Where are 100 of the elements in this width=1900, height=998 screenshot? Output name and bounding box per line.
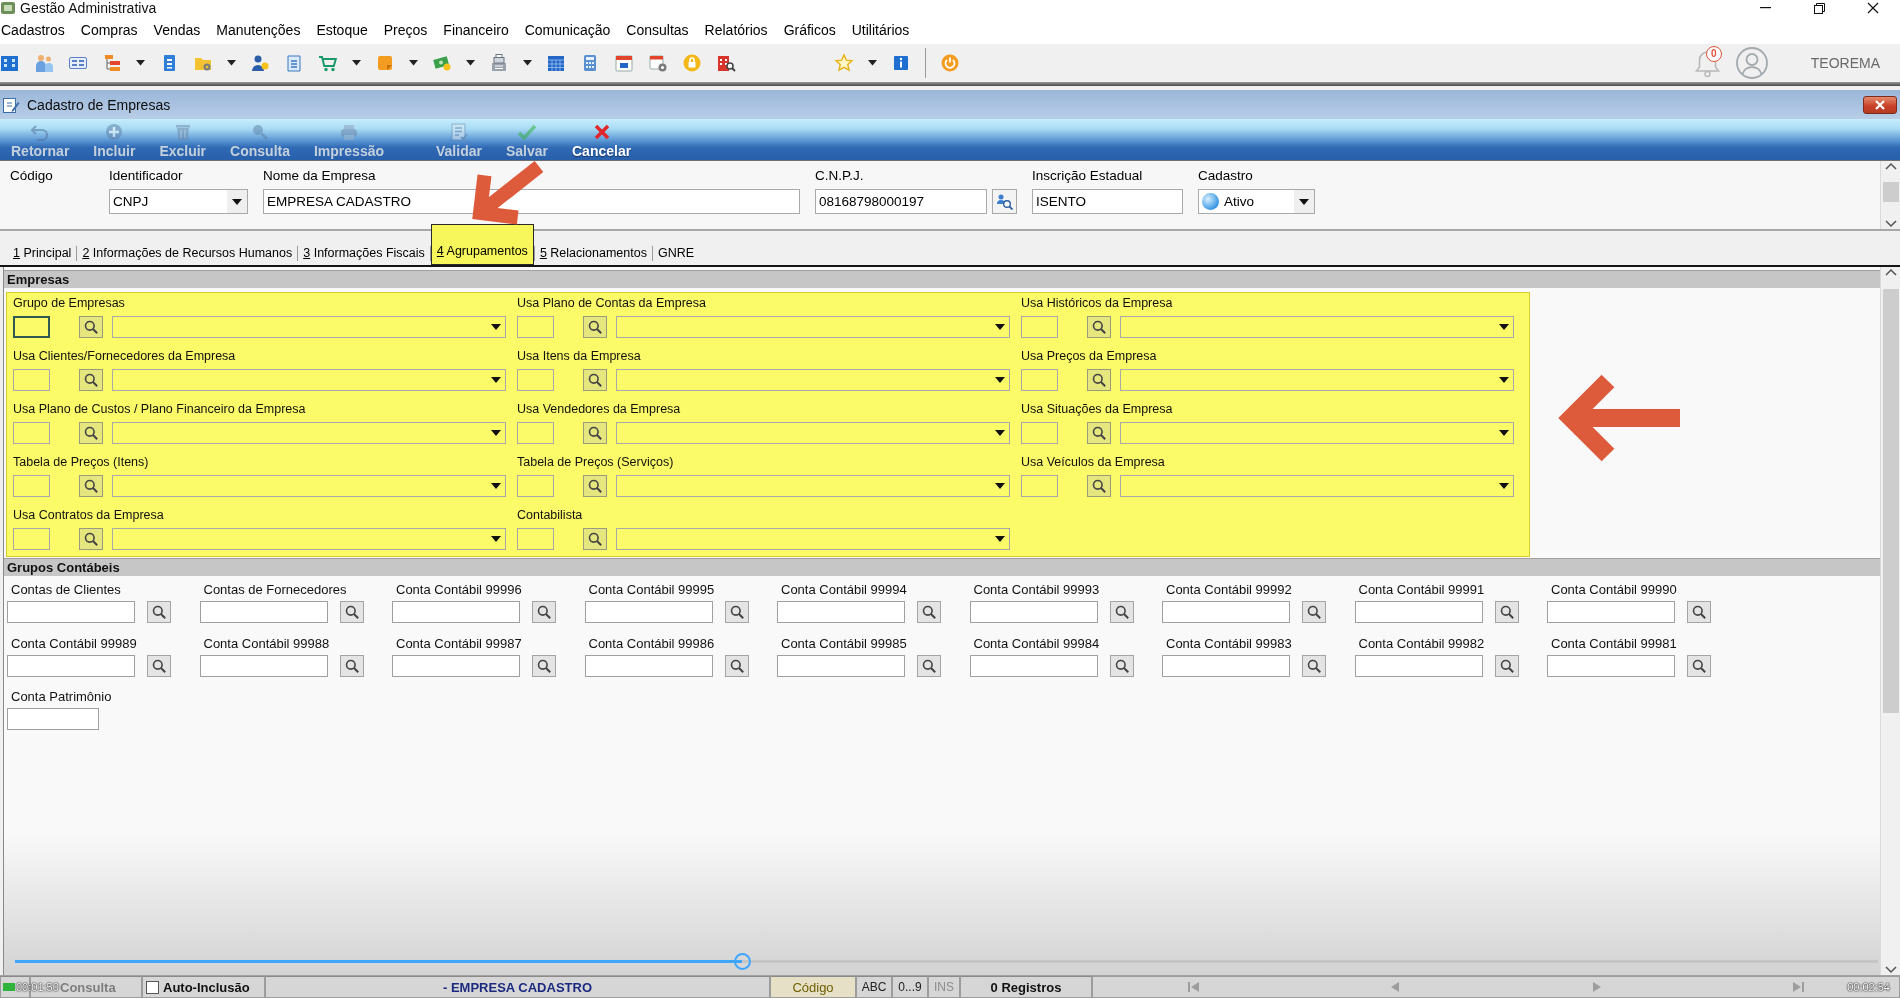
account-input[interactable] <box>1162 601 1290 623</box>
menu-item[interactable]: Comunicação <box>524 20 611 40</box>
scrollbar[interactable] <box>1880 267 1900 975</box>
search-button[interactable] <box>1687 601 1711 623</box>
document-list-icon[interactable] <box>284 53 304 73</box>
account-input[interactable] <box>199 654 328 677</box>
menu-item[interactable]: Cadastros <box>1 20 65 40</box>
tab[interactable]: 5 Relacionamentos <box>534 245 652 265</box>
search-button[interactable] <box>1687 654 1711 677</box>
dropdown-field[interactable] <box>112 422 506 444</box>
people-icon[interactable] <box>34 53 54 73</box>
search-button[interactable] <box>917 601 941 623</box>
org-chart-icon[interactable] <box>102 53 122 73</box>
code-input[interactable] <box>13 369 50 391</box>
code-input[interactable] <box>13 422 50 444</box>
account-input[interactable] <box>777 654 905 677</box>
power-icon[interactable] <box>940 53 960 73</box>
account-input[interactable] <box>969 601 1098 623</box>
code-input[interactable] <box>517 475 554 497</box>
search-button[interactable] <box>724 654 749 677</box>
search-button[interactable] <box>79 369 103 391</box>
tab[interactable]: 1 Principal <box>8 245 77 265</box>
menu-item[interactable]: Estoque <box>316 20 368 40</box>
search-button[interactable] <box>1087 316 1111 338</box>
code-input[interactable] <box>1021 369 1058 391</box>
calendar-grid-icon[interactable] <box>546 53 566 73</box>
account-input[interactable] <box>969 654 1098 677</box>
search-button[interactable] <box>79 475 103 497</box>
menu-item[interactable]: Preços <box>383 20 428 40</box>
account-input[interactable] <box>199 601 328 623</box>
search-button[interactable] <box>583 422 607 444</box>
search-button[interactable] <box>1087 422 1111 444</box>
code-input[interactable] <box>13 475 50 497</box>
calendar-gear-icon[interactable] <box>648 53 668 73</box>
dropdown-field[interactable] <box>1120 369 1514 391</box>
dropdown-select[interactable]: CNPJ <box>109 189 248 214</box>
building-icon[interactable] <box>0 53 20 73</box>
dropdown-field[interactable] <box>616 369 1010 391</box>
code-input[interactable] <box>517 422 554 444</box>
account-input[interactable] <box>584 654 713 677</box>
dropdown-field[interactable] <box>1120 475 1514 497</box>
account-input[interactable] <box>7 654 135 677</box>
cash-register-icon[interactable] <box>489 53 509 73</box>
code-input[interactable] <box>1021 475 1058 497</box>
lock-icon[interactable] <box>682 53 702 73</box>
tab[interactable]: 4 Agrupamentos <box>430 224 534 265</box>
account-input[interactable] <box>7 601 135 623</box>
scrollbar-thumb[interactable] <box>1882 289 1899 713</box>
search-button[interactable] <box>79 422 103 444</box>
account-input[interactable] <box>1354 601 1483 623</box>
caret-icon[interactable] <box>227 60 236 66</box>
code-input[interactable] <box>517 528 554 550</box>
code-input[interactable] <box>13 316 50 338</box>
toolbar-button[interactable]: Cancelar <box>565 119 639 160</box>
note-icon[interactable] <box>375 53 395 73</box>
search-button[interactable] <box>147 654 171 677</box>
dropdown-field[interactable] <box>112 528 506 550</box>
dropdown-field[interactable] <box>112 316 506 338</box>
dropdown-field[interactable] <box>616 316 1010 338</box>
dropdown-select[interactable]: Ativo <box>1198 189 1315 214</box>
checkbox-icon[interactable] <box>146 980 159 994</box>
code-input[interactable] <box>1021 422 1058 444</box>
person-coin-icon[interactable] <box>250 53 270 73</box>
search-button[interactable] <box>79 316 103 338</box>
text-input[interactable]: ISENTO <box>1032 189 1183 214</box>
menu-item[interactable]: Manutenções <box>216 20 301 40</box>
info-icon[interactable] <box>891 53 911 73</box>
code-input[interactable] <box>13 528 50 550</box>
tab[interactable]: GNRE <box>652 245 700 265</box>
search-button[interactable] <box>532 654 556 677</box>
caret-icon[interactable] <box>352 60 361 66</box>
search-button[interactable] <box>583 316 607 338</box>
search-button[interactable] <box>532 601 556 623</box>
caret-icon[interactable] <box>868 60 877 66</box>
star-icon[interactable] <box>834 53 854 73</box>
scroll-down-icon[interactable] <box>1884 217 1897 229</box>
text-input[interactable]: 08168798000197 <box>815 189 987 214</box>
calendar-icon[interactable] <box>614 53 634 73</box>
caret-icon[interactable] <box>136 60 145 66</box>
search-button[interactable] <box>1302 601 1326 623</box>
account-input[interactable] <box>1354 654 1483 677</box>
menu-item[interactable]: Gráficos <box>783 20 836 40</box>
close-button[interactable] <box>1863 95 1897 114</box>
account-input[interactable] <box>392 601 520 623</box>
menu-item[interactable]: Compras <box>80 20 138 40</box>
search-button[interactable] <box>583 475 607 497</box>
search-button[interactable] <box>1109 654 1134 677</box>
text-input[interactable]: EMPRESA CADASTRO <box>263 189 800 214</box>
caret-icon[interactable] <box>523 60 532 66</box>
search-button[interactable] <box>147 601 171 623</box>
menu-item[interactable]: Financeiro <box>443 20 509 40</box>
menu-item[interactable]: Consultas <box>626 20 689 40</box>
code-input[interactable] <box>517 369 554 391</box>
dropdown-field[interactable] <box>112 475 506 497</box>
search-button[interactable] <box>583 369 607 391</box>
cart-icon[interactable] <box>318 53 338 73</box>
dropdown-field[interactable] <box>112 369 506 391</box>
search-button[interactable] <box>1087 369 1111 391</box>
search-button[interactable] <box>1302 654 1326 677</box>
account-input[interactable] <box>392 654 520 677</box>
